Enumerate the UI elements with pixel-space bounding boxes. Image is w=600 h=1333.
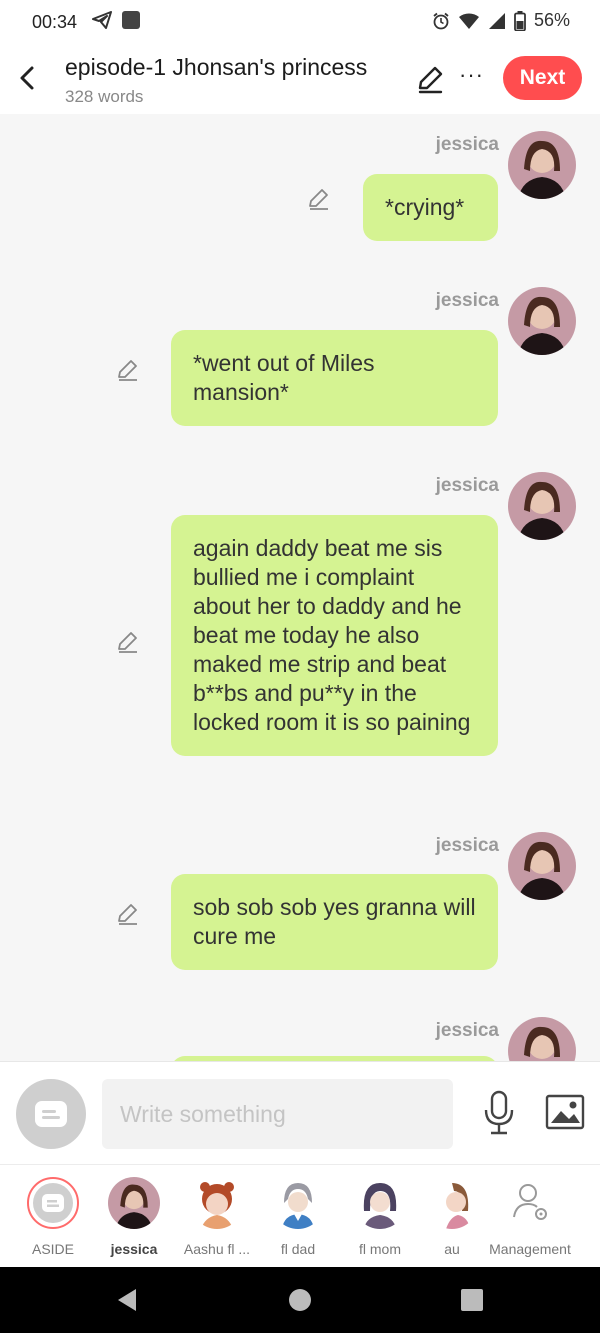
edit-message-icon[interactable]: [115, 357, 141, 383]
avatar[interactable]: [508, 131, 576, 199]
edit-message-icon[interactable]: [306, 186, 332, 212]
character-aashu[interactable]: Aashu fl ...: [175, 1165, 259, 1268]
character-label: Management: [489, 1241, 571, 1257]
message-bubble[interactable]: *went out of Miles mansion*: [171, 330, 498, 426]
avatar[interactable]: [508, 287, 576, 355]
character-label: ASIDE: [31, 1241, 74, 1257]
status-time: 00:34: [32, 12, 78, 32]
system-nav-bar: [0, 1267, 600, 1333]
notification-square-icon: [122, 11, 140, 29]
avatar[interactable]: [508, 1017, 576, 1061]
nav-recents-icon[interactable]: [460, 1288, 484, 1312]
character-label: fl dad: [280, 1241, 316, 1257]
edit-pencil-icon[interactable]: [414, 64, 446, 96]
battery-icon: [514, 10, 526, 31]
aside-icon: [35, 1101, 67, 1127]
character-label: jessica: [110, 1241, 158, 1257]
character-selector: ASIDE jessica Aashu fl ... fl dad fl mom…: [0, 1164, 600, 1268]
next-button[interactable]: Next: [503, 56, 582, 100]
telegram-icon: [92, 11, 112, 29]
edit-message-icon[interactable]: [115, 629, 141, 655]
message-bubble[interactable]: again daddy beat me sis bullied me i com…: [171, 515, 498, 756]
avatar[interactable]: [508, 472, 576, 540]
avatar: [426, 1177, 478, 1229]
nav-back-icon[interactable]: [114, 1287, 140, 1313]
composer-bar: [0, 1061, 600, 1165]
battery-percent: 56%: [533, 10, 570, 30]
status-bar: 00:34 56%: [0, 0, 600, 44]
wifi-icon: [458, 12, 479, 29]
chat-area[interactable]: jessica *crying* jessica *went out of Mi…: [0, 114, 600, 1061]
avatar: [272, 1177, 324, 1229]
character-jessica[interactable]: jessica: [92, 1165, 176, 1268]
message-sender-name: jessica: [435, 290, 499, 311]
character-management[interactable]: Management: [484, 1165, 576, 1268]
avatar: [108, 1177, 160, 1229]
more-icon[interactable]: ···: [459, 62, 484, 88]
editor-header: episode-1 Jhonsan's princess 328 words ·…: [0, 44, 600, 114]
message-sender-name: jessica: [435, 835, 499, 856]
edit-message-icon[interactable]: [115, 901, 141, 927]
character-fl-dad[interactable]: fl dad: [256, 1165, 340, 1268]
management-icon: [504, 1177, 556, 1229]
image-icon[interactable]: [545, 1094, 585, 1130]
message-sender-name: jessica: [435, 1020, 499, 1041]
avatar: [354, 1177, 406, 1229]
character-label: au: [444, 1241, 460, 1257]
character-label: Aashu fl ...: [183, 1241, 251, 1257]
avatar: [191, 1177, 243, 1229]
mic-icon[interactable]: [481, 1090, 517, 1136]
signal-icon: [488, 12, 505, 29]
message-input[interactable]: [102, 1079, 453, 1149]
message-sender-name: jessica: [435, 134, 499, 155]
episode-title[interactable]: episode-1 Jhonsan's princess: [65, 54, 367, 81]
nav-home-icon[interactable]: [288, 1288, 312, 1312]
message-bubble[interactable]: *crying*: [363, 174, 498, 241]
character-aside[interactable]: ASIDE: [11, 1165, 95, 1268]
status-left-icons: [92, 11, 140, 29]
message-bubble[interactable]: sob sob sob yes granna will cure me: [171, 874, 498, 970]
aside-avatar: [27, 1177, 79, 1229]
word-count: 328 words: [65, 87, 144, 106]
character-au[interactable]: au: [410, 1165, 494, 1268]
aside-toggle-button[interactable]: [16, 1079, 86, 1149]
status-right-icons: 56%: [432, 10, 570, 31]
alarm-icon: [433, 12, 449, 29]
avatar[interactable]: [508, 832, 576, 900]
back-arrow-icon[interactable]: [14, 60, 42, 96]
message-sender-name: jessica: [435, 475, 499, 496]
